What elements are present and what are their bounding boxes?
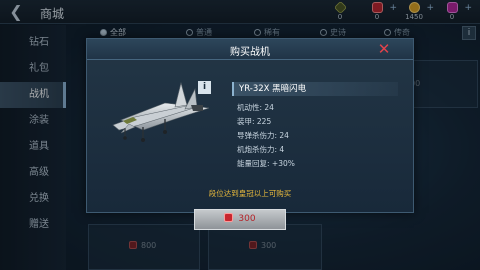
info-icon[interactable]: i (198, 81, 211, 94)
fighter-jet-icon (112, 81, 210, 142)
stat-energy-recovery: 能量回复: +30% (237, 159, 295, 168)
stat-maneuverability: 机动性: 24 (237, 103, 274, 112)
fighter-jet-image (99, 67, 225, 151)
stat-cannon-damage: 机炮杀伤力: 4 (237, 145, 285, 154)
stat-missile-damage: 导弹杀伤力: 24 (237, 131, 289, 140)
purchase-requirement-text: 段位达到皇冠以上可购买 (208, 189, 292, 198)
dialog-title: 购买战机 (230, 47, 270, 58)
stat-armor: 装甲: 225 (237, 117, 272, 126)
fighter-stats: 机动性: 24 装甲: 225 导弹杀伤力: 24 机炮杀伤力: 4 能量回复:… (237, 101, 397, 171)
purchase-fighter-dialog: 购买战机 ✕ i YR-32X 黑暗闪电 机动性: 24 装甲: 225 导弹杀… (86, 38, 414, 213)
buy-button[interactable]: 300 (194, 209, 286, 230)
red-gem-icon (224, 213, 234, 222)
close-icon[interactable]: ✕ (376, 41, 392, 57)
fighter-name: YR-32X 黑暗闪电 (232, 82, 398, 96)
buy-price: 300 (238, 214, 256, 224)
dialog-header: 购买战机 ✕ (87, 39, 413, 60)
